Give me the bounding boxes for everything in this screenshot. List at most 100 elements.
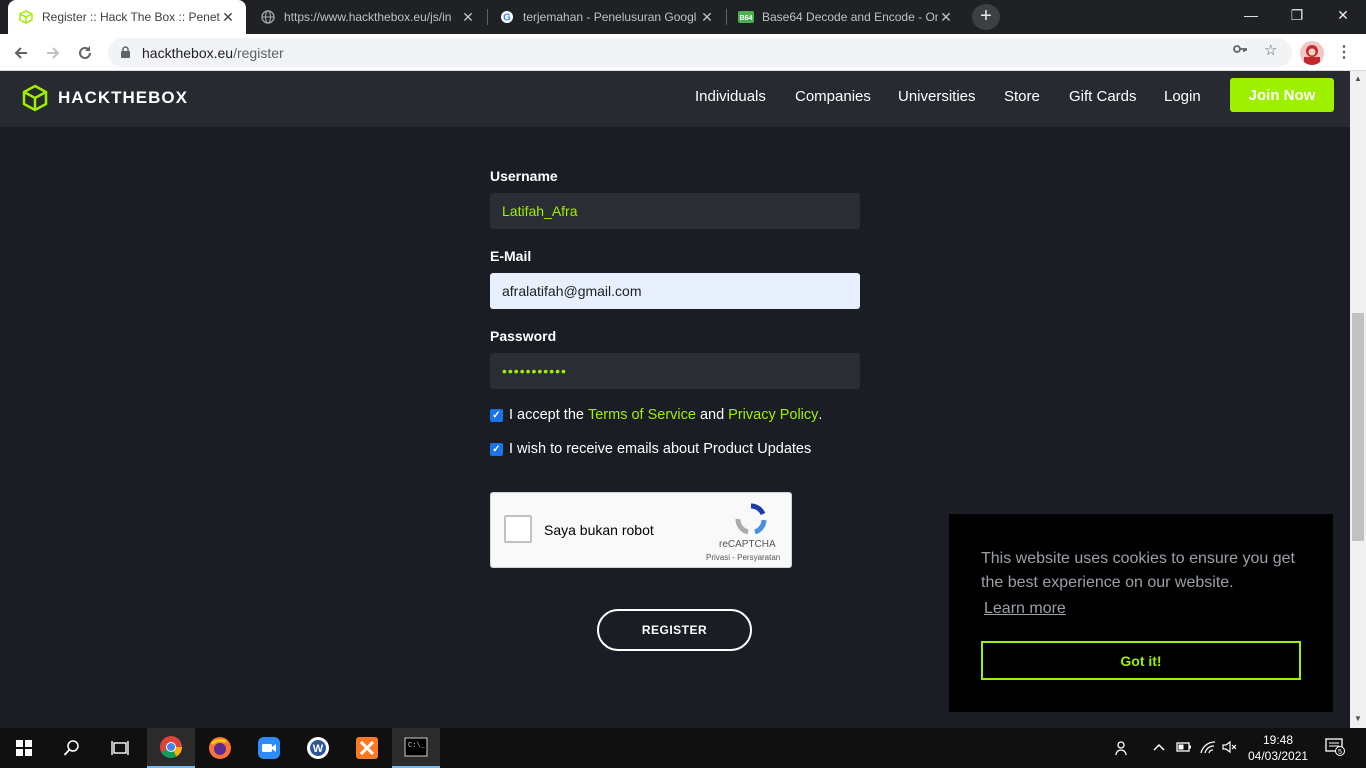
accept-and: and bbox=[699, 407, 725, 423]
b64-icon: B64 bbox=[738, 9, 754, 25]
star-icon[interactable]: ☆ bbox=[1264, 41, 1277, 59]
address-bar[interactable]: hackthebox.eu/register bbox=[108, 38, 1292, 67]
svg-text:W: W bbox=[313, 743, 324, 755]
htb-cube-icon bbox=[18, 9, 34, 25]
chrome-icon[interactable] bbox=[147, 728, 195, 768]
email-label: E-Mail bbox=[490, 248, 532, 264]
back-arrow-icon[interactable] bbox=[8, 40, 34, 66]
accept-suffix: . bbox=[818, 407, 823, 423]
reload-icon[interactable] bbox=[72, 40, 98, 66]
nav-login[interactable]: Login bbox=[1164, 88, 1201, 105]
got-it-button[interactable]: Got it! bbox=[981, 641, 1301, 680]
minimize-icon[interactable]: — bbox=[1228, 0, 1274, 30]
learn-more-link[interactable]: Learn more bbox=[984, 600, 1066, 618]
join-now-button[interactable]: Join Now bbox=[1230, 78, 1334, 112]
username-label: Username bbox=[490, 168, 558, 184]
windows-start-icon[interactable] bbox=[0, 728, 48, 768]
recaptcha-label: Saya bukan robot bbox=[544, 522, 654, 538]
chevron-up-icon[interactable] bbox=[1152, 740, 1166, 757]
word-icon[interactable]: W bbox=[294, 728, 342, 768]
xampp-icon[interactable] bbox=[343, 728, 391, 768]
svg-text:C:\_: C:\_ bbox=[408, 742, 426, 750]
tab-title: Base64 Decode and Encode - On bbox=[762, 10, 938, 24]
notification-icon[interactable]: 5 bbox=[1325, 738, 1345, 759]
task-view-icon[interactable] bbox=[96, 728, 144, 768]
privacy-link[interactable]: Privacy Policy bbox=[728, 407, 818, 423]
globe-icon bbox=[260, 9, 276, 25]
scroll-up-icon[interactable]: ▲ bbox=[1354, 74, 1362, 83]
tab-register[interactable]: Register :: Hack The Box :: Penetr ✕ bbox=[8, 0, 246, 34]
tab-title: terjemahan - Penelusuran Googl bbox=[523, 10, 697, 24]
tab-js[interactable]: https://www.hackthebox.eu/js/in ✕ bbox=[250, 0, 486, 34]
url-text: hackthebox.eu/register bbox=[142, 45, 284, 61]
new-tab-button[interactable]: + bbox=[972, 4, 1000, 30]
tab-title: https://www.hackthebox.eu/js/in bbox=[284, 10, 452, 24]
people-icon[interactable] bbox=[1115, 740, 1131, 759]
key-icon[interactable] bbox=[1232, 41, 1248, 61]
nav-individuals[interactable]: Individuals bbox=[695, 88, 766, 105]
browser-tab-strip: Register :: Hack The Box :: Penetr ✕ htt… bbox=[0, 0, 1366, 34]
lock-icon bbox=[120, 46, 131, 64]
nav-universities[interactable]: Universities bbox=[898, 88, 976, 105]
nav-companies[interactable]: Companies bbox=[795, 88, 871, 105]
htb-cube-icon bbox=[22, 84, 48, 112]
svg-text:G: G bbox=[503, 13, 511, 24]
accept-terms-checkbox[interactable]: ✓ bbox=[490, 408, 503, 422]
url-path: /register bbox=[233, 45, 284, 61]
browser-toolbar: hackthebox.eu/register ☆ ⋮ bbox=[0, 34, 1366, 71]
url-host: hackthebox.eu bbox=[142, 45, 234, 61]
nav-store[interactable]: Store bbox=[1004, 88, 1040, 105]
recaptcha-brand: reCAPTCHA bbox=[719, 539, 776, 550]
zoom-icon[interactable] bbox=[245, 728, 293, 768]
clock-time: 19:48 bbox=[1262, 733, 1294, 747]
recaptcha-checkbox[interactable] bbox=[504, 515, 532, 543]
google-icon: G bbox=[499, 9, 515, 25]
volume-muted-icon[interactable] bbox=[1222, 740, 1238, 757]
recaptcha-terms[interactable]: Privasi - Persyaratan bbox=[706, 553, 780, 562]
menu-icon[interactable]: ⋮ bbox=[1336, 42, 1352, 62]
htb-logo[interactable]: HACKTHEBOX bbox=[22, 84, 188, 112]
clock-date: 04/03/2021 bbox=[1248, 749, 1309, 763]
system-clock[interactable]: 19:48 04/03/2021 bbox=[1248, 732, 1308, 764]
firefox-icon[interactable] bbox=[196, 728, 244, 768]
notification-count: 5 bbox=[1338, 749, 1342, 756]
tab-divider bbox=[726, 9, 727, 25]
close-tab-icon[interactable]: ✕ bbox=[220, 9, 236, 26]
cookie-message: This website uses cookies to ensure you … bbox=[981, 550, 1295, 591]
nav-gift-cards[interactable]: Gift Cards bbox=[1069, 88, 1137, 105]
recaptcha-widget: Saya bukan robot reCAPTCHA Privasi - Per… bbox=[490, 492, 792, 568]
battery-icon[interactable] bbox=[1176, 740, 1192, 757]
tab-base64[interactable]: B64 Base64 Decode and Encode - On ✕ bbox=[728, 0, 964, 34]
product-emails-row: ✓ I wish to receive emails about Product… bbox=[490, 441, 811, 457]
cookie-banner: This website uses cookies to ensure you … bbox=[949, 514, 1333, 712]
password-input[interactable]: ••••••••••• bbox=[490, 353, 860, 389]
svg-text:B64: B64 bbox=[740, 15, 753, 22]
site-header: HACKTHEBOX Individuals Companies Univers… bbox=[0, 71, 1350, 127]
search-icon[interactable] bbox=[48, 728, 96, 768]
scroll-down-icon[interactable]: ▼ bbox=[1354, 714, 1362, 723]
windows-taskbar: W C:\_ 19:48 04/03/2021 5 bbox=[0, 728, 1366, 768]
forward-arrow-icon[interactable] bbox=[40, 40, 66, 66]
wifi-icon[interactable] bbox=[1200, 740, 1216, 757]
username-input[interactable] bbox=[490, 193, 860, 229]
product-emails-label: I wish to receive emails about Product U… bbox=[509, 441, 812, 457]
restore-icon[interactable]: ❐ bbox=[1274, 0, 1320, 30]
accept-prefix: I accept the bbox=[509, 407, 584, 423]
close-tab-icon[interactable]: ✕ bbox=[460, 9, 476, 26]
tab-google[interactable]: G terjemahan - Penelusuran Googl ✕ bbox=[489, 0, 725, 34]
register-button[interactable]: REGISTER bbox=[597, 609, 752, 651]
product-emails-checkbox[interactable]: ✓ bbox=[490, 442, 503, 456]
scrollbar-thumb[interactable] bbox=[1352, 313, 1364, 541]
recaptcha-icon bbox=[735, 503, 767, 540]
terms-link[interactable]: Terms of Service bbox=[588, 407, 696, 423]
tab-title: Register :: Hack The Box :: Penetr bbox=[42, 10, 220, 24]
tab-divider bbox=[487, 9, 488, 25]
profile-avatar[interactable] bbox=[1300, 41, 1324, 65]
close-tab-icon[interactable]: ✕ bbox=[699, 9, 715, 26]
close-tab-icon[interactable]: ✕ bbox=[938, 9, 954, 26]
accept-terms-row: ✓ I accept the Terms of Service and Priv… bbox=[490, 407, 822, 423]
logo-text: HACKTHEBOX bbox=[58, 88, 188, 107]
terminal-icon[interactable]: C:\_ bbox=[392, 728, 440, 768]
email-input[interactable] bbox=[490, 273, 860, 309]
close-window-icon[interactable]: ✕ bbox=[1320, 0, 1366, 30]
